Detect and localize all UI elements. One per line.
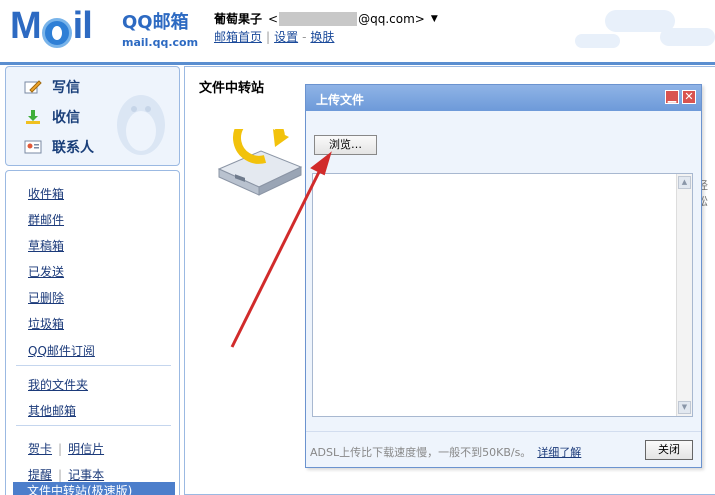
upload-file-dialog: 上传文件 ▁ ✕ 浏览… ▲ ▼ ADSL上传比下载速度慢，一般不到50KB/s… — [305, 84, 702, 468]
sidebar-item-reminders[interactable]: 提醒 — [28, 468, 52, 482]
link-separator: - — [302, 30, 307, 44]
contacts-button[interactable]: 联系人 — [24, 135, 94, 159]
sidebar-item-my-folders[interactable]: 我的文件夹 — [28, 376, 88, 393]
change-skin-link[interactable]: 换肤 — [310, 30, 334, 44]
file-list-scrollbar[interactable]: ▲ ▼ — [676, 174, 692, 416]
contacts-label: 联系人 — [52, 140, 94, 156]
sidebar-item-deleted[interactable]: 已删除 — [28, 289, 64, 306]
email-open-bracket: < — [268, 11, 279, 26]
minimize-icon[interactable]: ▁ — [665, 90, 679, 104]
scroll-up-icon[interactable]: ▲ — [678, 176, 691, 189]
link-separator: | — [58, 442, 63, 456]
logo-letter-m: M — [10, 5, 42, 47]
dialog-footer: ADSL上传比下载速度慢，一般不到50KB/s。 详细了解 关闭 — [306, 431, 701, 467]
settings-link[interactable]: 设置 — [274, 30, 298, 44]
sidebar-item-notepad[interactable]: 记事本 — [68, 468, 104, 482]
logo-letters-il: il — [72, 5, 93, 47]
scroll-down-icon[interactable]: ▼ — [678, 401, 691, 414]
qq-penguin-watermark-icon — [117, 95, 165, 155]
logo-url: mail.qq.com — [122, 36, 199, 49]
compose-label: 写信 — [52, 80, 80, 96]
sidebar-item-spam[interactable]: 垃圾箱 — [28, 315, 64, 332]
sidebar-item-other-mailboxes[interactable]: 其他邮箱 — [28, 402, 76, 419]
qq-penguin-logo-icon — [41, 18, 72, 48]
top-links: 邮箱首页 | 设置 - 换肤 — [214, 28, 334, 45]
dialog-title: 上传文件 — [306, 85, 701, 111]
receive-mail-button[interactable]: 收信 — [24, 105, 80, 129]
sidebar-divider — [16, 365, 171, 366]
header-divider — [0, 62, 715, 65]
hard-drive-upload-icon — [217, 129, 303, 196]
pencil-icon — [24, 79, 42, 95]
email-domain: @qq.com> — [358, 11, 425, 26]
email-redacted — [279, 11, 358, 26]
sidebar-item-qq-subscriptions[interactable]: QQ邮件订阅 — [28, 342, 95, 359]
sidebar-item-inbox[interactable]: 收件箱 — [28, 185, 64, 202]
sidebar-divider — [16, 425, 171, 426]
upload-speed-text: ADSL上传比下载速度慢，一般不到50KB/s。 — [310, 446, 532, 459]
sidebar-primary-actions: 写信 收信 联系人 — [5, 66, 180, 166]
sidebar-item-sent[interactable]: 已发送 — [28, 263, 64, 280]
link-separator: | — [266, 30, 271, 44]
file-list-area[interactable]: ▲ ▼ — [312, 173, 693, 417]
contacts-card-icon — [24, 139, 42, 155]
sidebar-item-drafts[interactable]: 草稿箱 — [28, 237, 64, 254]
mailbox-home-link[interactable]: 邮箱首页 — [214, 30, 262, 44]
header: M il QQ邮箱 mail.qq.com 葡萄果子 < @qq.com> ▼ … — [0, 0, 715, 62]
upload-speed-note: ADSL上传比下载速度慢，一般不到50KB/s。 详细了解 — [310, 444, 581, 460]
sidebar-item-greeting-cards[interactable]: 贺卡 — [28, 442, 52, 456]
sidebar-tools-row-2: 提醒 | 记事本 — [28, 466, 104, 483]
close-button[interactable]: 关闭 — [645, 440, 693, 460]
header-cloud-decoration — [565, 0, 715, 60]
browse-button[interactable]: 浏览… — [314, 135, 377, 155]
inbox-download-icon — [24, 109, 42, 125]
sidebar-tools-row-1: 贺卡 | 明信片 — [28, 440, 104, 457]
compose-button[interactable]: 写信 — [24, 75, 80, 99]
close-icon[interactable]: ✕ — [682, 90, 696, 104]
sidebar: 写信 收信 联系人 收件箱 群邮件 草稿箱 已发送 已删除 垃圾箱 QQ邮件订阅… — [5, 66, 180, 495]
link-separator: | — [58, 468, 63, 482]
learn-more-link[interactable]: 详细了解 — [537, 446, 581, 459]
account-dropdown-caret-icon[interactable]: ▼ — [431, 14, 438, 24]
sidebar-item-group-mail[interactable]: 群邮件 — [28, 211, 64, 228]
sidebar-item-file-transfer-active[interactable]: 文件中转站(极速版) — [13, 482, 175, 495]
page-title: 文件中转站 — [199, 81, 265, 96]
user-name: 葡萄果子 — [214, 12, 263, 26]
receive-mail-label: 收信 — [52, 110, 80, 126]
logo-text: QQ邮箱 mail.qq.com — [122, 8, 198, 49]
sidebar-folder-list: 收件箱 群邮件 草稿箱 已发送 已删除 垃圾箱 QQ邮件订阅 我的文件夹 其他邮… — [5, 170, 180, 495]
sidebar-item-postcards[interactable]: 明信片 — [68, 442, 104, 456]
qq-mail-logo[interactable]: M il — [10, 5, 93, 48]
logo-chinese: QQ邮箱 — [122, 12, 189, 33]
user-info: 葡萄果子 < @qq.com> ▼ — [214, 10, 438, 27]
